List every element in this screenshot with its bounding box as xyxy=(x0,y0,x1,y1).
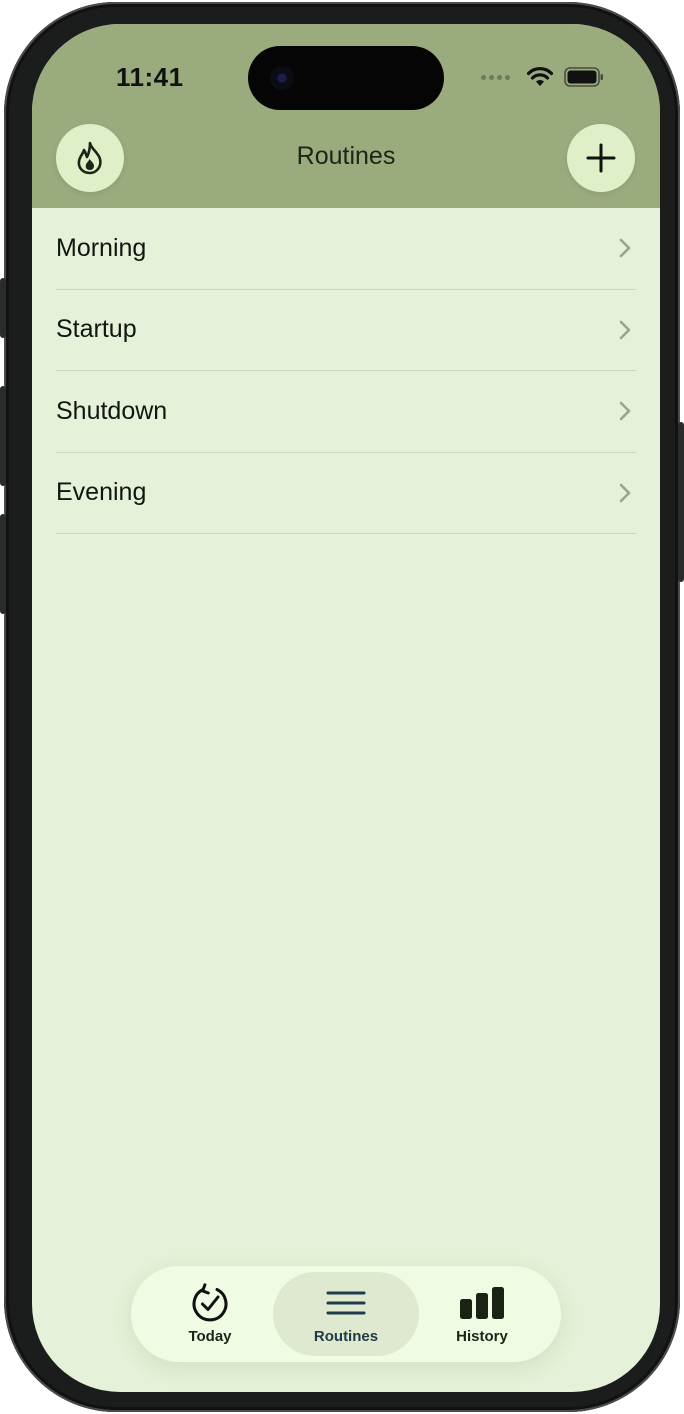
chevron-right-icon xyxy=(619,401,631,421)
chevron-right-icon xyxy=(619,320,631,340)
tab-label: History xyxy=(456,1328,508,1345)
tab-bar: Today Routines History xyxy=(131,1266,561,1362)
signal-dots-icon xyxy=(481,74,510,80)
routine-row-morning[interactable]: Morning xyxy=(56,208,636,290)
tab-history[interactable]: History xyxy=(409,1272,555,1356)
bar-chart-icon xyxy=(460,1287,504,1319)
tab-routines[interactable]: Routines xyxy=(273,1272,419,1356)
dynamic-island xyxy=(248,46,444,110)
routine-label: Startup xyxy=(56,315,137,344)
volume-down-button xyxy=(0,514,6,614)
status-time: 11:41 xyxy=(116,62,184,92)
status-icons xyxy=(481,66,604,88)
routine-label: Shutdown xyxy=(56,396,168,425)
phone-frame: 11:41 Routines Morning Startup Shutdown … xyxy=(0,2,684,1412)
header: 11:41 Routines xyxy=(32,24,660,208)
battery-icon xyxy=(564,67,603,87)
routine-row-shutdown[interactable]: Shutdown xyxy=(56,371,636,453)
page-title: Routines xyxy=(296,142,396,170)
add-routine-button[interactable] xyxy=(567,124,635,192)
routine-row-startup[interactable]: Startup xyxy=(56,290,636,371)
routine-row-evening[interactable]: Evening xyxy=(56,453,636,534)
power-button xyxy=(678,422,684,582)
tab-today[interactable]: Today xyxy=(137,1272,283,1356)
volume-up-button xyxy=(0,386,6,486)
chevron-right-icon xyxy=(619,238,631,258)
action-button xyxy=(0,278,6,338)
camera-icon xyxy=(270,66,294,90)
chevron-right-icon xyxy=(619,483,631,503)
plus-icon xyxy=(586,143,616,173)
tab-label: Today xyxy=(188,1328,232,1345)
check-circle-refresh-icon xyxy=(192,1283,228,1322)
wifi-icon xyxy=(526,67,554,86)
routine-label: Evening xyxy=(56,478,147,507)
screen: 11:41 Routines Morning Startup Shutdown … xyxy=(32,24,660,1392)
routine-label: Morning xyxy=(56,233,147,262)
routine-list: Morning Startup Shutdown Evening xyxy=(56,208,636,534)
tab-label: Routines xyxy=(313,1328,379,1345)
list-lines-icon xyxy=(326,1291,366,1315)
